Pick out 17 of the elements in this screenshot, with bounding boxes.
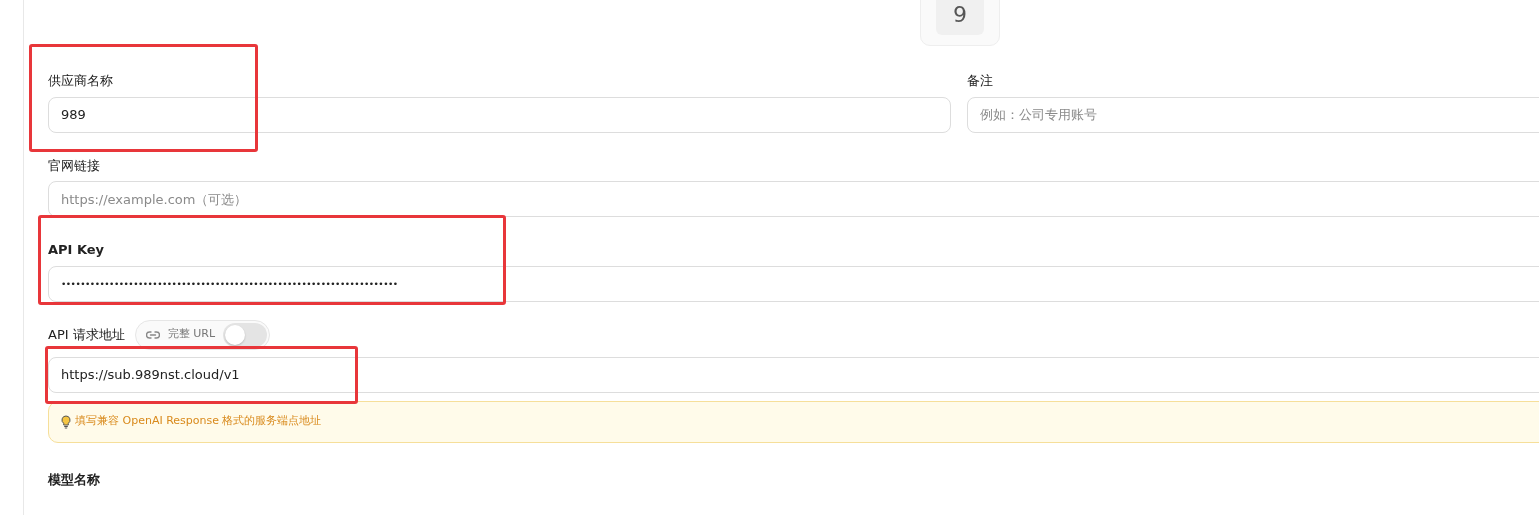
hint-text: 填写兼容 OpenAI Response 格式的服务端点地址	[75, 413, 322, 430]
input-field[interactable]: 例如：公司专用账号	[967, 96, 1539, 133]
field-label: 官网链接	[48, 156, 100, 175]
field-label: API 请求地址	[48, 325, 125, 344]
toggle-label: 完整 URL	[167, 326, 216, 343]
input-field[interactable]: https://example.com（可选）	[48, 181, 1539, 217]
input-field[interactable]: ••••••••••••••••••••••••••••••••••••••••••••••••••••••••••••••••••••••	[48, 265, 1539, 302]
field-label: API Key	[48, 241, 105, 259]
input-field[interactable]: https://sub.989nst.cloud/v1	[48, 356, 1539, 393]
field-label: 模型名称	[48, 470, 100, 489]
lightbulb-icon	[61, 414, 71, 429]
input-field[interactable]: 989	[48, 96, 951, 133]
link-icon	[145, 329, 160, 340]
field-label: 备注	[967, 72, 993, 90]
badge-number: 9	[936, 0, 984, 35]
field-label: 供应商名称	[48, 72, 113, 90]
toggle-switch[interactable]	[223, 322, 268, 347]
